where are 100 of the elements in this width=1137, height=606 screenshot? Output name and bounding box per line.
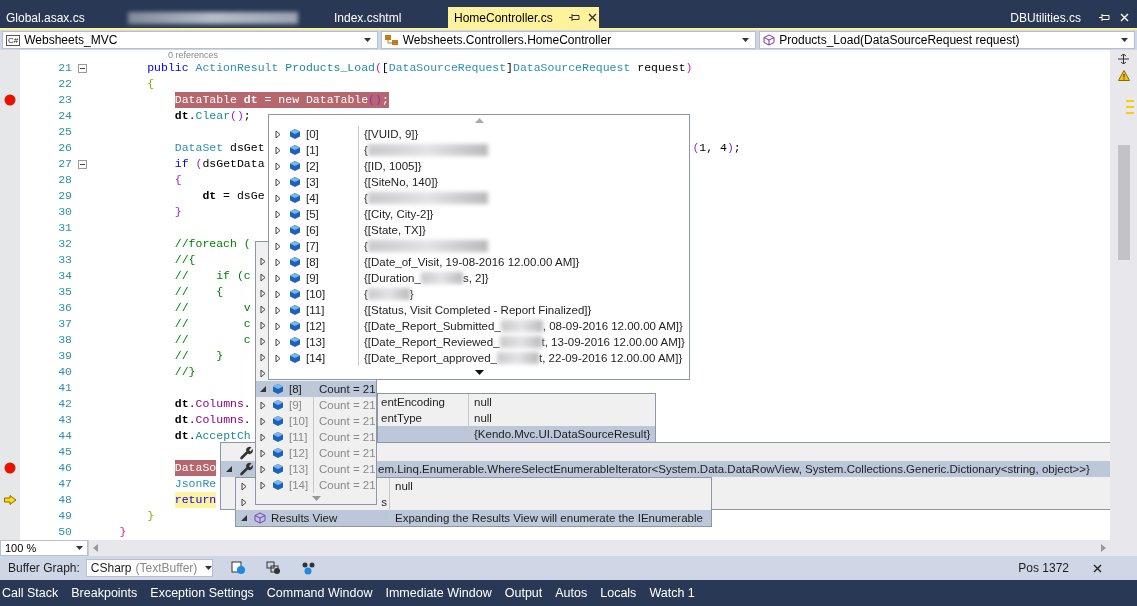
document-tab[interactable]: Index.cshtml xyxy=(328,7,446,28)
wrench-icon[interactable] xyxy=(239,462,253,476)
dropdown[interactable]: Products_Load(DataSourceRequest request) xyxy=(759,31,1135,49)
cube-icon xyxy=(272,399,284,411)
expanded-arrow-icon[interactable] xyxy=(240,514,248,522)
tool-window-tab[interactable]: Breakpoints xyxy=(71,586,138,600)
breakpoint-icon[interactable] xyxy=(4,462,16,474)
line-number: 24 xyxy=(57,108,72,124)
dropdown-arrow-icon[interactable] xyxy=(205,566,213,570)
tool-window-tab[interactable]: Locals xyxy=(600,586,637,600)
scroll-down-icon[interactable] xyxy=(474,369,484,375)
dropdown-arrow-icon[interactable] xyxy=(742,38,750,42)
collapsed-arrow-icon[interactable] xyxy=(241,481,247,491)
cube-icon xyxy=(272,463,284,475)
collapsed-arrow-icon[interactable] xyxy=(275,337,281,347)
collapsed-arrow-icon[interactable] xyxy=(275,353,281,363)
line-number: 22 xyxy=(57,76,72,92)
variable-value: {[Date_of_Visit, 19-08-2016 12.00.00 AM]} xyxy=(364,256,580,268)
collapsed-arrow-icon[interactable] xyxy=(275,177,281,187)
collapsed-arrow-icon[interactable] xyxy=(275,145,281,155)
variable-value: {[Date_Report_Reviewed_ xyxy=(364,336,500,348)
variable-value: {[Status, Visit Completed - Report Finalized]} xyxy=(364,304,592,316)
collapsed-arrow-icon[interactable] xyxy=(260,416,266,426)
dropdown-arrow-icon[interactable] xyxy=(1121,38,1128,42)
cube-icon xyxy=(272,431,284,443)
tool-window-tab[interactable]: Watch 1 xyxy=(649,586,695,600)
warning-icon xyxy=(1117,70,1130,81)
pin-icon[interactable] xyxy=(568,13,580,22)
cube-icon xyxy=(289,192,301,204)
collapsed-arrow-icon[interactable] xyxy=(275,257,281,267)
collapse-icon[interactable] xyxy=(77,159,87,169)
split-icon[interactable] xyxy=(1118,54,1129,64)
expanded-arrow-icon[interactable] xyxy=(225,465,233,473)
document-tab[interactable]: HomeController.cs xyxy=(448,7,599,28)
collapse-icon[interactable] xyxy=(77,63,87,73)
collapsed-arrow-icon[interactable] xyxy=(260,336,266,346)
collapsed-arrow-icon[interactable] xyxy=(260,256,266,266)
collapsed-arrow-icon[interactable] xyxy=(275,161,281,171)
tool-window-tab[interactable]: Immediate Window xyxy=(385,586,492,600)
cube-icon xyxy=(254,512,266,524)
tool-window-tab[interactable]: Command Window xyxy=(266,586,373,600)
variable-value: } xyxy=(409,288,414,300)
dropdown-arrow-icon[interactable] xyxy=(363,38,371,42)
codelens-label[interactable]: 0 references xyxy=(168,50,219,60)
breakpoint-icon[interactable] xyxy=(4,94,16,106)
collapsed-arrow-icon[interactable] xyxy=(275,305,281,315)
dropdown[interactable]: Websheets.Controllers.HomeController xyxy=(380,31,757,49)
tool-window-tab[interactable]: Call Stack xyxy=(2,586,59,600)
variable-value: Count = 21 xyxy=(319,415,376,427)
code-line: DataSet dsGet xyxy=(174,140,265,156)
scrollbar-thumb[interactable] xyxy=(1117,145,1130,260)
line-number: 43 xyxy=(57,412,72,428)
tool-window-tab[interactable]: Output xyxy=(504,586,543,600)
zoom-dropdown[interactable]: 100 % xyxy=(0,540,88,556)
collapsed-arrow-icon[interactable] xyxy=(275,241,281,251)
buffer-graph-dropdown[interactable]: CSharp (TextBuffer) xyxy=(85,559,213,577)
variable-value: , 08-09-2016 12.00.00 AM]} xyxy=(542,320,683,332)
nodes-icon[interactable] xyxy=(300,561,316,575)
variable-value: {[Duration_ xyxy=(364,272,421,284)
variable-name: [8] xyxy=(306,256,319,268)
collapsed-arrow-icon[interactable] xyxy=(241,497,247,507)
collapsed-arrow-icon[interactable] xyxy=(260,368,266,378)
collapsed-arrow-icon[interactable] xyxy=(260,432,266,442)
dropdown-arrow-icon[interactable] xyxy=(76,546,83,550)
cube-icon xyxy=(289,176,301,188)
dropdown[interactable]: C# Websheets_MVC xyxy=(2,31,378,49)
class-icon xyxy=(384,34,399,46)
collapsed-arrow-icon[interactable] xyxy=(275,321,281,331)
collapsed-arrow-icon[interactable] xyxy=(275,289,281,299)
collapsed-arrow-icon[interactable] xyxy=(260,400,266,410)
collapsed-arrow-icon[interactable] xyxy=(275,225,281,235)
layers-icon[interactable] xyxy=(265,561,281,575)
collapsed-arrow-icon[interactable] xyxy=(260,304,266,314)
collapsed-arrow-icon[interactable] xyxy=(275,193,281,203)
document-tab[interactable]: Global.asax.cs xyxy=(0,7,120,28)
collapsed-arrow-icon[interactable] xyxy=(260,464,266,474)
variable-name: [7] xyxy=(306,240,319,252)
collapsed-arrow-icon[interactable] xyxy=(260,272,266,282)
cube-icon xyxy=(289,160,301,172)
collapsed-arrow-icon[interactable] xyxy=(260,352,266,362)
variable-name: [10] xyxy=(289,415,309,427)
tool-window-tab[interactable]: Autos xyxy=(555,586,588,600)
close-icon[interactable] xyxy=(1093,563,1102,573)
variable-value: {[City, City-2]} xyxy=(364,208,434,220)
close-icon[interactable] xyxy=(587,13,597,22)
tool-window-tab[interactable]: Exception Settings xyxy=(150,586,254,600)
variable-value: Count = 21 xyxy=(319,431,376,443)
collapsed-arrow-icon[interactable] xyxy=(275,129,281,139)
collapsed-arrow-icon[interactable] xyxy=(275,209,281,219)
variable-name: [9] xyxy=(289,399,302,411)
csharp-icon: C# xyxy=(6,34,21,46)
line-number: 39 xyxy=(57,348,72,364)
collapsed-arrow-icon[interactable] xyxy=(260,288,266,298)
wrench-icon[interactable] xyxy=(239,446,253,460)
collapsed-arrow-icon[interactable] xyxy=(275,273,281,283)
collapsed-arrow-icon[interactable] xyxy=(260,480,266,490)
expanded-arrow-icon[interactable] xyxy=(259,385,267,393)
line-number: 44 xyxy=(57,428,72,444)
collapsed-arrow-icon[interactable] xyxy=(260,320,266,330)
collapsed-arrow-icon[interactable] xyxy=(260,448,266,458)
